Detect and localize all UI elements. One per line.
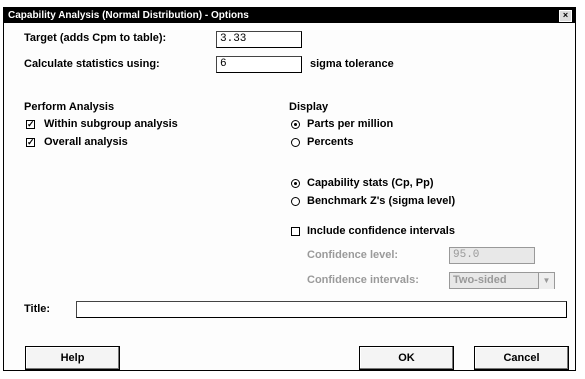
cancel-button[interactable]: Cancel: [474, 346, 569, 370]
within-subgroup-label[interactable]: Within subgroup analysis: [44, 118, 178, 130]
display-heading: Display: [289, 101, 329, 113]
perform-analysis-heading: Perform Analysis: [24, 101, 115, 113]
window-title: Capability Analysis (Normal Distribution…: [8, 10, 249, 21]
include-ci-label[interactable]: Include confidence intervals: [307, 225, 455, 237]
close-icon[interactable]: ×: [559, 10, 572, 22]
ok-button[interactable]: OK: [359, 346, 454, 370]
sigma-input[interactable]: 6: [216, 56, 302, 73]
title-label: Title:: [24, 303, 51, 315]
benchmark-label[interactable]: Benchmark Z's (sigma level): [307, 195, 455, 207]
overall-analysis-label[interactable]: Overall analysis: [44, 136, 128, 148]
options-dialog: Capability Analysis (Normal Distribution…: [3, 7, 576, 371]
confidence-level-input[interactable]: 95.0: [449, 247, 535, 264]
title-input[interactable]: [76, 301, 567, 318]
ppm-label[interactable]: Parts per million: [307, 118, 393, 130]
target-label: Target (adds Cpm to table):: [24, 32, 167, 44]
capability-stats-radio[interactable]: [291, 179, 300, 188]
calc-label: Calculate statistics using:: [24, 58, 160, 70]
help-button[interactable]: Help: [25, 346, 120, 370]
title-bar: Capability Analysis (Normal Distribution…: [4, 8, 575, 23]
percents-label[interactable]: Percents: [307, 136, 353, 148]
benchmark-radio[interactable]: [291, 197, 300, 206]
confidence-intervals-label: Confidence intervals:: [307, 274, 419, 286]
confidence-intervals-select[interactable]: Two-sided ▼: [449, 272, 555, 289]
within-subgroup-checkbox[interactable]: ✓: [26, 120, 35, 129]
include-ci-checkbox[interactable]: [291, 227, 300, 236]
ppm-radio[interactable]: [291, 120, 300, 129]
sigma-tolerance-label: sigma tolerance: [310, 58, 394, 70]
target-input[interactable]: 3.33: [216, 31, 302, 48]
capability-stats-label[interactable]: Capability stats (Cp, Pp): [307, 177, 434, 189]
chevron-down-icon[interactable]: ▼: [538, 273, 554, 289]
overall-analysis-checkbox[interactable]: ✓: [26, 138, 35, 147]
percents-radio[interactable]: [291, 138, 300, 147]
confidence-level-label: Confidence level:: [307, 249, 399, 261]
confidence-intervals-value: Two-sided: [453, 274, 507, 286]
